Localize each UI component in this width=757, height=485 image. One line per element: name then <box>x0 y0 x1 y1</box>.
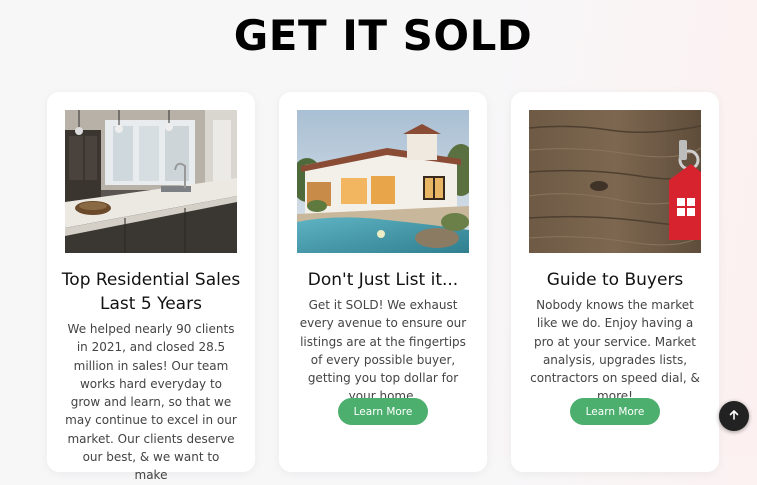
arrow-up-icon <box>728 409 740 424</box>
house-pool-photo <box>297 110 469 253</box>
card-title: Don't Just List it... <box>307 270 459 290</box>
card-title: Top Residential Sales Last 5 Years <box>61 270 241 314</box>
card-title: Guide to Buyers <box>546 270 684 290</box>
card-guide-to-buyers: Guide to Buyers Nobody knows the market … <box>511 92 719 472</box>
card-residential-sales: Top Residential Sales Last 5 Years We he… <box>47 92 255 482</box>
learn-more-button[interactable]: Learn More <box>338 398 428 425</box>
scroll-to-top-button[interactable] <box>719 401 749 431</box>
card-dont-just-list: Don't Just List it... Get it SOLD! We ex… <box>279 92 487 472</box>
card-text: Nobody knows the market like we do. Enjo… <box>530 298 700 404</box>
card-text: We helped nearly 90 clients in 2021, and… <box>65 322 237 483</box>
card-text: Get it SOLD! We exhaust every avenue to … <box>299 298 467 404</box>
learn-more-button[interactable]: Learn More <box>570 398 660 425</box>
page-title: GET IT SOLD <box>233 11 533 60</box>
kitchen-photo <box>65 110 237 253</box>
wood-keychain-photo <box>529 110 701 253</box>
